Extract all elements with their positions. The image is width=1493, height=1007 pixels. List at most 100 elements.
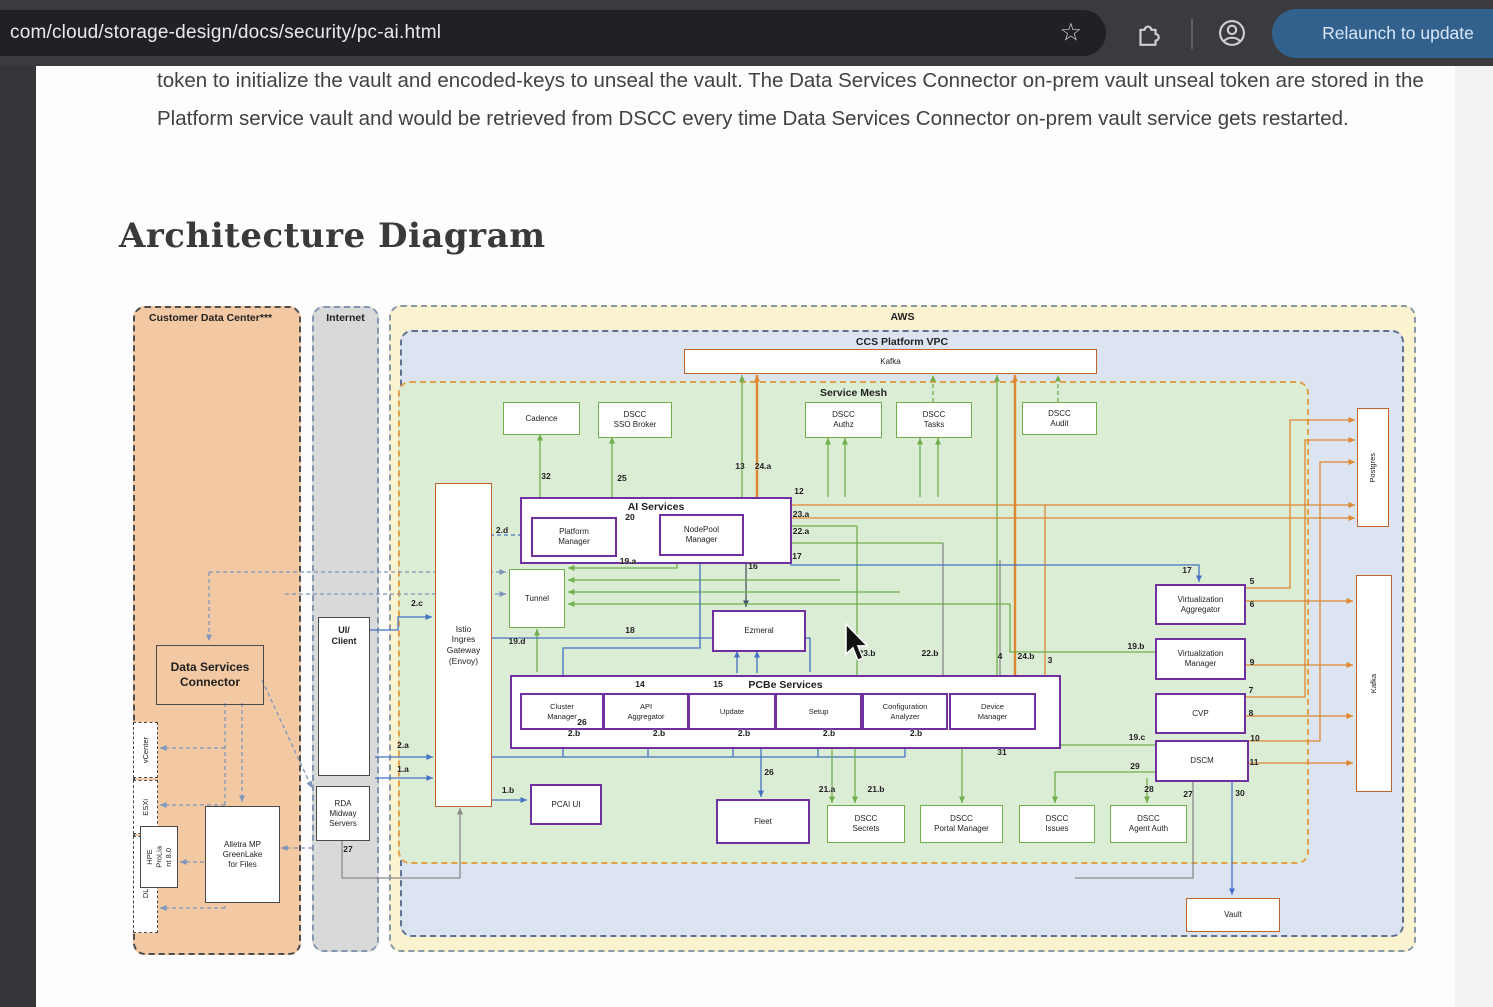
edge-label: 26 — [764, 767, 773, 777]
box-label-cluster-manager: Cluster Manager — [547, 702, 577, 721]
edge-label: 6 — [1250, 599, 1255, 609]
edge-label: 20 — [625, 512, 634, 522]
edge-label: 12 — [794, 486, 803, 496]
edge-label: 21.b — [867, 784, 884, 794]
box-label-dscc-issues: DSCC Issues — [1045, 814, 1068, 834]
edge-label: 27 — [1183, 789, 1192, 799]
box-label-tunnel: Tunnel — [525, 594, 549, 604]
edge-label: 2.b — [568, 728, 580, 738]
box-api-aggregator: API Aggregator — [603, 693, 689, 730]
box-dscc-tasks: DSCC Tasks — [896, 402, 972, 438]
box-label-dscc-sso-broker: DSCC SSO Broker — [614, 410, 657, 430]
panel-label-ccs-platform-vpc: CCS Platform VPC — [856, 336, 948, 348]
box-virtualization-aggregator: Virtualization Aggregator — [1155, 584, 1246, 625]
panel-label-service-mesh: Service Mesh — [820, 387, 887, 399]
edge-label: 8 — [1249, 708, 1254, 718]
url-bar[interactable]: com/cloud/storage-design/docs/security/p… — [0, 10, 1106, 56]
box-pcbe-services: PCBe Services — [510, 675, 1061, 749]
relaunch-button[interactable]: Relaunch to update — [1272, 9, 1493, 58]
box-kafka-right: Kafka — [1356, 575, 1392, 792]
box-label-hpe-proliant: HPE ProLia nt 8.0 — [145, 846, 173, 868]
box-label-fleet: Fleet — [754, 817, 772, 827]
edge-label: 23.b — [858, 648, 875, 658]
browser-toolbar: com/cloud/storage-design/docs/security/p… — [0, 0, 1493, 66]
diagram-connectors — [0, 0, 1493, 1007]
box-istio-ingress-gateway: Istio Ingres Gateway (Envoy) — [435, 483, 492, 807]
edge-label: 2.d — [496, 525, 508, 535]
edge-label: 17 — [1182, 565, 1191, 575]
box-label-rda-midway-servers: RDA Midway Servers — [329, 799, 357, 829]
edge-label: 9 — [1250, 657, 1255, 667]
edge-label: 18 — [625, 625, 634, 635]
edge-label: 2.b — [823, 728, 835, 738]
box-dscc-sso-broker: DSCC SSO Broker — [598, 402, 672, 438]
box-postgres: Postgres — [1357, 408, 1389, 527]
box-dscm: DSCM — [1155, 740, 1249, 782]
box-dscc-portal-manager: DSCC Portal Manager — [920, 805, 1003, 843]
box-label-nodepool-manager: NodePool Manager — [684, 525, 719, 545]
architecture-diagram: Customer Data Center***InternetAWSCCS Pl… — [0, 0, 1493, 1007]
box-label-setup: Setup — [809, 707, 829, 716]
box-label-configuration-analyzer: Configuration Analyzer — [883, 702, 928, 721]
box-platform-manager: Platform Manager — [531, 517, 617, 557]
box-label-virtualization-aggregator: Virtualization Aggregator — [1178, 595, 1224, 615]
box-rda-midway-servers: RDA Midway Servers — [316, 786, 370, 841]
edge-label: 16 — [748, 561, 757, 571]
edge-label: 21.a — [819, 784, 836, 794]
box-label-dscc-portal-manager: DSCC Portal Manager — [934, 814, 989, 834]
box-vault: Vault — [1186, 898, 1280, 932]
edge-label: 1.b — [502, 785, 514, 795]
box-label-dscc-secrets: DSCC Secrets — [852, 814, 879, 834]
edge-label: 28 — [1144, 784, 1153, 794]
edge-label: 14 — [635, 679, 644, 689]
box-label-dscc-agent-auth: DSCC Agent Auth — [1129, 814, 1168, 834]
box-cvp: CVP — [1155, 693, 1246, 734]
edge-label: 13 — [735, 461, 744, 471]
body-paragraph: token to initialize the vault and encode… — [157, 62, 1437, 138]
edge-label: 25 — [617, 473, 626, 483]
box-label-platform-manager: Platform Manager — [558, 527, 590, 547]
box-dscc-issues: DSCC Issues — [1019, 805, 1095, 843]
box-label-alletra-mp-greenlake: Alletra MP GreenLake for Files — [223, 840, 263, 870]
profile-icon[interactable] — [1218, 19, 1246, 47]
box-label-ai-services: AI Services — [628, 501, 685, 514]
extensions-icon[interactable] — [1134, 19, 1162, 47]
box-label-esxi: ESXi — [141, 799, 150, 816]
box-data-services-connector: Data Services Connector — [156, 645, 264, 705]
bookmark-star-icon[interactable]: ☆ — [1060, 21, 1082, 46]
box-hpe-proliant: HPE ProLia nt 8.0 — [140, 826, 178, 888]
edge-label: 10 — [1250, 733, 1259, 743]
panel-label-aws: AWS — [891, 311, 915, 323]
box-label-update: Update — [720, 707, 744, 716]
panel-aws: AWS — [389, 305, 1416, 952]
box-alletra-mp-greenlake: Alletra MP GreenLake for Files — [205, 806, 280, 903]
box-esxi: ESXi — [133, 780, 158, 834]
edge-label: 2.b — [653, 728, 665, 738]
box-label-data-services-connector: Data Services Connector — [171, 660, 250, 690]
box-dscc-secrets: DSCC Secrets — [827, 805, 905, 843]
page-right-margin — [1455, 66, 1493, 1007]
panel-ccs-platform-vpc: CCS Platform VPC — [400, 330, 1404, 937]
edge-label: 19.b — [1127, 641, 1144, 651]
box-fleet: Fleet — [716, 799, 810, 844]
edge-label: 23.a — [793, 509, 810, 519]
box-label-vcenter: vCenter — [141, 737, 150, 763]
box-label-kafka-top: Kafka — [880, 357, 900, 367]
edge-label: 3 — [1048, 655, 1053, 665]
edge-label: 31 — [997, 747, 1006, 757]
box-ui-client: UI/ Client — [318, 617, 370, 776]
edge-label: 19.a — [620, 556, 637, 566]
box-dscc-agent-auth: DSCC Agent Auth — [1110, 805, 1187, 843]
box-virtualization-manager: Virtualization Manager — [1155, 638, 1246, 680]
box-label-pcbe-services: PCBe Services — [748, 679, 822, 692]
box-label-cvp: CVP — [1192, 709, 1208, 719]
edge-label: 2.b — [910, 728, 922, 738]
panel-service-mesh: Service Mesh — [398, 381, 1309, 864]
box-label-dscm: DSCM — [1190, 756, 1214, 766]
box-kafka-top: Kafka — [684, 349, 1097, 374]
edge-label: 32 — [541, 471, 550, 481]
mouse-cursor — [0, 0, 1493, 1007]
panel-internet: Internet — [312, 306, 379, 952]
box-label-ui-client: UI/ Client — [331, 625, 356, 648]
box-cadence: Cadence — [503, 402, 580, 435]
